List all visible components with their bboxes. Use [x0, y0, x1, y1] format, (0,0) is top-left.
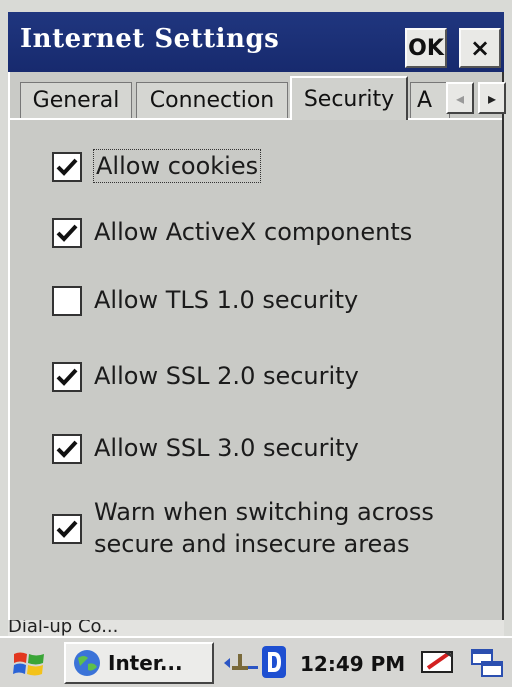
checkmark-icon: [56, 158, 78, 176]
tab-security[interactable]: Security: [290, 76, 408, 120]
checkmark-icon: [56, 520, 78, 538]
option-label: Warn when switching across secure and in…: [94, 496, 434, 560]
option-allow-tls[interactable]: Allow TLS 1.0 security: [52, 284, 358, 316]
checkmark-icon: [56, 368, 78, 386]
tab-strip: General Connection Security A ◂ ▸: [10, 76, 506, 120]
ok-button[interactable]: OK: [405, 28, 447, 68]
clock[interactable]: 12:49 PM: [300, 652, 405, 676]
tab-scroll-left-button[interactable]: ◂: [446, 82, 474, 114]
taskbar-item-label: Inter...: [108, 651, 183, 675]
tab-scroll-buttons: ◂ ▸: [446, 82, 510, 116]
network-connection-icon[interactable]: [222, 650, 260, 676]
close-button[interactable]: ×: [459, 28, 501, 68]
switch-windows-icon[interactable]: [470, 648, 506, 680]
option-allow-cookies[interactable]: Allow cookies: [52, 149, 262, 183]
status-text: Dial-up Co...: [8, 620, 119, 636]
checkbox-allow-tls[interactable]: [52, 286, 82, 316]
option-label: Allow SSL 2.0 security: [94, 362, 359, 390]
checkbox-warn-switching[interactable]: [52, 514, 82, 544]
tab-scroll-right-button[interactable]: ▸: [478, 82, 506, 114]
option-label-line2: secure and insecure areas: [94, 530, 410, 558]
option-label: Allow SSL 3.0 security: [94, 434, 359, 462]
tab-advanced-partial[interactable]: A: [410, 82, 450, 118]
window-title: Internet Settings: [20, 24, 280, 54]
title-bar: Internet Settings OK ×: [8, 12, 504, 72]
checkmark-icon: [56, 224, 78, 242]
tab-connection[interactable]: Connection: [136, 82, 288, 118]
windows-start-icon[interactable]: [12, 650, 46, 678]
option-allow-ssl2[interactable]: Allow SSL 2.0 security: [52, 360, 359, 392]
tab-general[interactable]: General: [20, 82, 132, 118]
checkbox-allow-cookies[interactable]: [52, 152, 82, 182]
checkbox-allow-ssl3[interactable]: [52, 434, 82, 464]
option-label: Allow cookies: [92, 149, 262, 183]
taskbar-item-internet-settings[interactable]: Inter...: [64, 642, 214, 684]
option-allow-ssl3[interactable]: Allow SSL 3.0 security: [52, 432, 359, 464]
taskbar: Inter... 12:49 PM: [0, 636, 512, 687]
option-label-line1: Warn when switching across: [94, 498, 434, 526]
checkbox-allow-ssl2[interactable]: [52, 362, 82, 392]
input-panel-icon[interactable]: [420, 648, 456, 676]
option-allow-activex[interactable]: Allow ActiveX components: [52, 216, 412, 248]
checkbox-allow-activex[interactable]: [52, 218, 82, 248]
status-line: Dial-up Co...: [8, 620, 504, 636]
checkmark-icon: [56, 440, 78, 458]
option-label: Allow TLS 1.0 security: [94, 286, 359, 314]
globe-icon: [74, 650, 100, 676]
option-warn-switching[interactable]: Warn when switching across secure and in…: [52, 496, 434, 560]
d-app-icon[interactable]: [262, 646, 286, 678]
option-label: Allow ActiveX components: [94, 218, 413, 246]
